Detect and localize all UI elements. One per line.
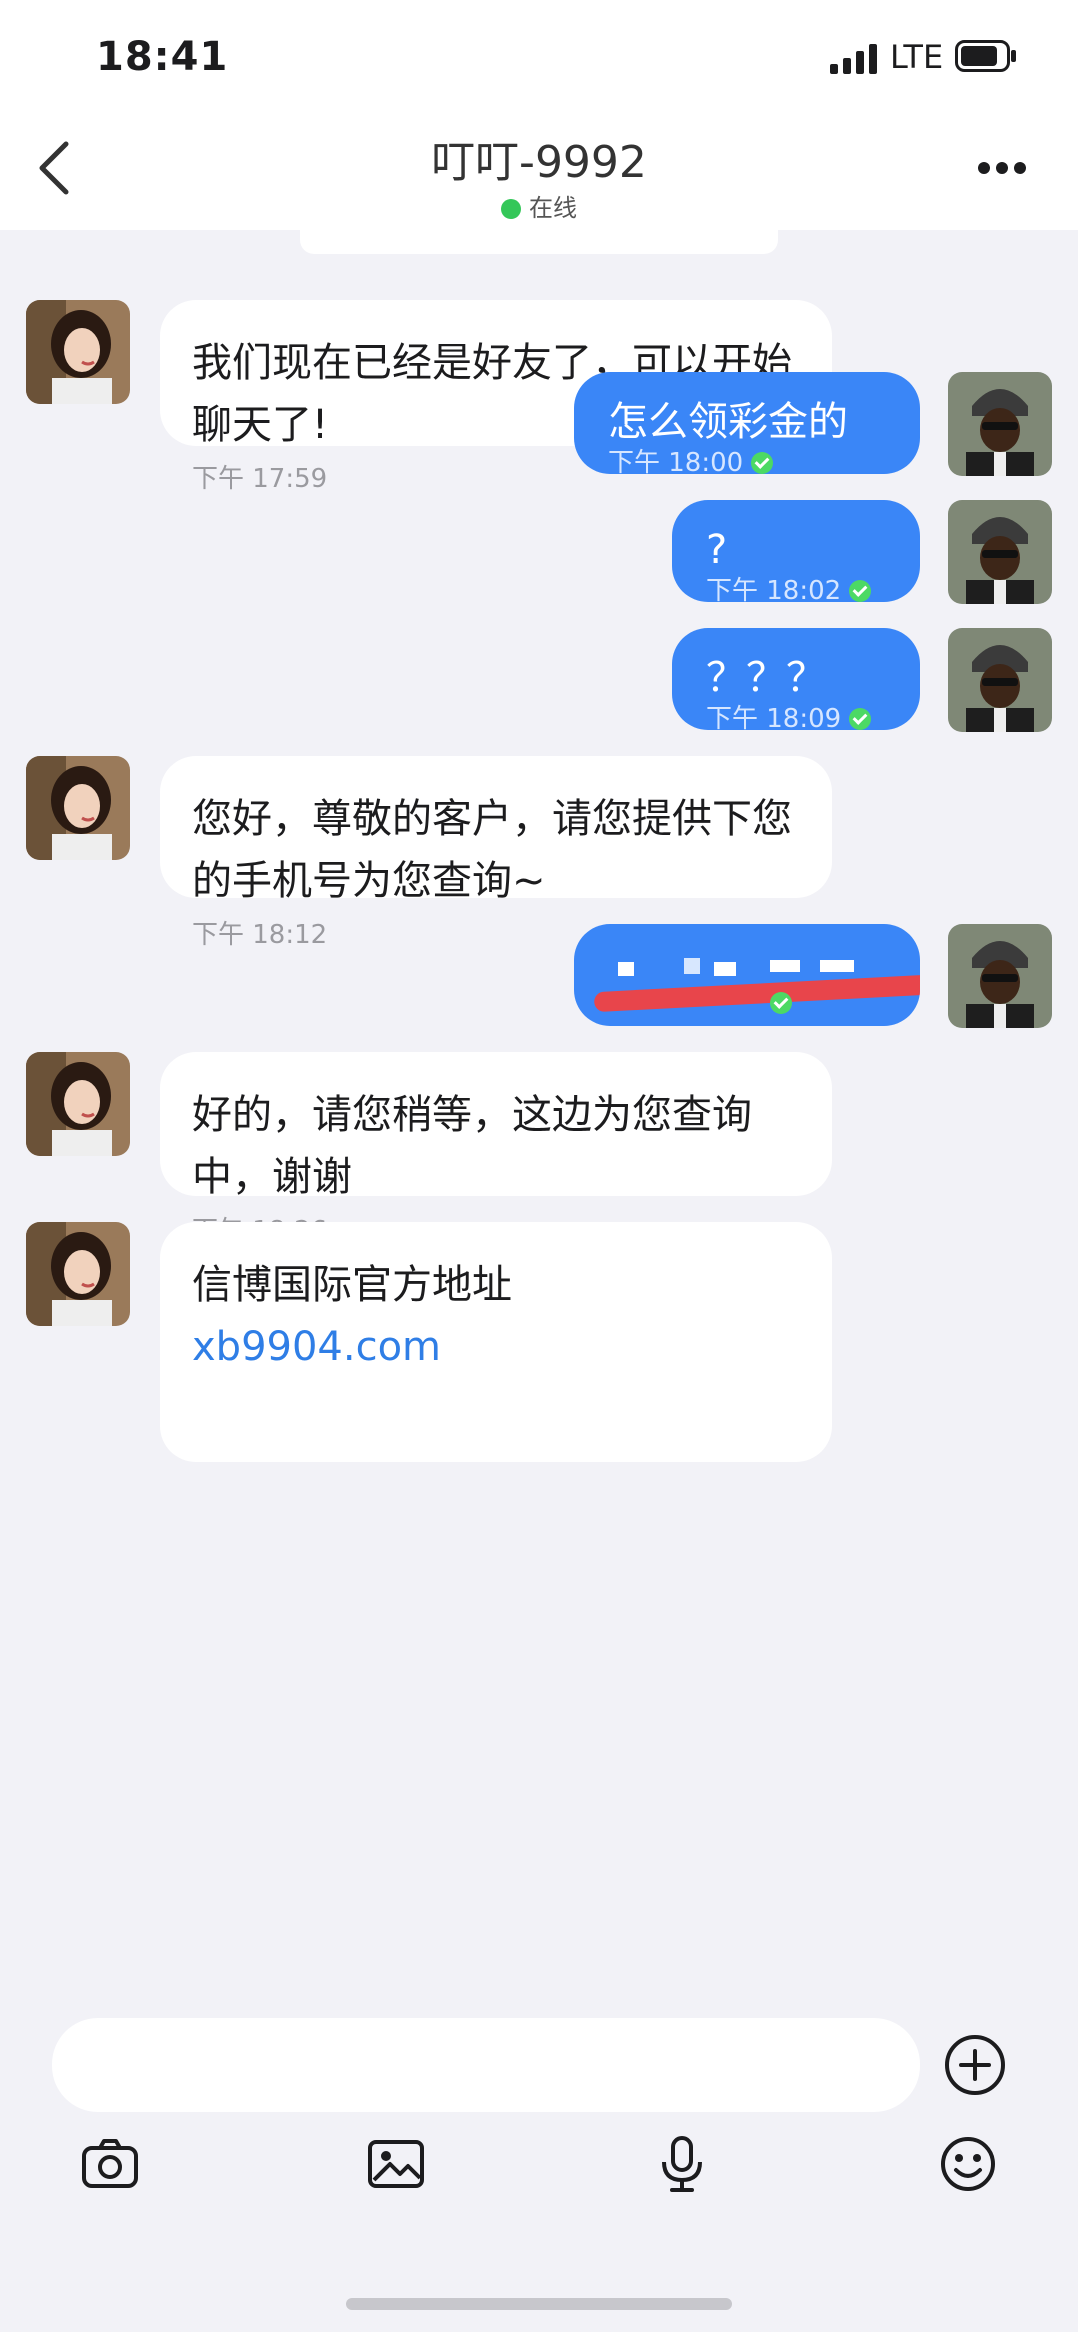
message-bubble-outgoing[interactable]: ？？？ 下午 18:09 [672,628,920,734]
delivered-check-icon [770,992,792,1014]
contact-avatar[interactable] [26,1052,130,1156]
contact-name: 叮叮-9992 [431,137,647,188]
online-dot-icon [501,199,521,219]
status-bar: 18:41 LTE [0,0,1078,110]
contact-avatar-image [26,300,130,404]
previous-message-card [300,230,778,254]
message-bubble-incoming[interactable]: 信博国际官方地址 xb9904.com [160,1222,832,1462]
more-options-icon[interactable] [976,160,1028,176]
contact-avatar[interactable] [26,756,130,860]
emoji-icon[interactable] [938,2134,998,2194]
my-avatar[interactable] [948,500,1052,604]
contact-avatar[interactable] [26,1222,130,1326]
delivered-check-icon [849,708,872,730]
message-text: 您好，尊敬的客户，请您提供下您的手机号为您查询~ [192,796,792,904]
battery-icon [955,40,1016,72]
redaction-mark [770,960,800,972]
message-bubble-incoming[interactable]: 您好，尊敬的客户，请您提供下您的手机号为您查询~ 下午 18:12 [160,756,832,950]
message-text: 好的，请您稍等，这边为您查询中，谢谢 [192,1092,752,1200]
message-time: 下午 18:09 [706,704,842,734]
delivered-check-icon [849,580,872,602]
message-bubble-outgoing[interactable]: 怎么领彩金的 下午 18:00 [574,372,920,478]
microphone-icon[interactable] [652,2134,712,2194]
my-avatar-image [948,500,1052,604]
delivered-check-icon [751,452,774,474]
redaction-mark [618,962,634,976]
composer [0,1998,1078,2332]
my-avatar-image [948,372,1052,476]
redaction-mark [820,960,854,972]
contact-avatar-image [26,1222,130,1326]
status-time: 18:41 [96,34,229,80]
my-avatar-image [948,924,1052,1028]
redaction-mark [714,962,736,976]
message-bubble-outgoing[interactable]: ? 下午 18:02 [672,500,920,606]
chat-header: 叮叮-9992 在线 [0,110,1078,230]
my-avatar[interactable] [948,924,1052,1028]
message-list[interactable]: 我们现在已经是好友了，可以开始聊天了! 下午 17:59 怎么领彩金的 下午 1… [0,230,1078,1998]
message-text: 信博国际官方地址 [192,1262,512,1308]
signal-icon [830,44,877,74]
plus-icon[interactable] [944,2034,1006,2096]
message-status: 下午 18:02 [706,570,890,607]
home-indicator [346,2298,732,2310]
message-time: 下午 18:02 [706,576,842,606]
contact-avatar-image [26,756,130,860]
message-bubble-incoming[interactable]: 好的，请您稍等，这边为您查询中，谢谢 下午 18:26 [160,1052,832,1246]
camera-icon[interactable] [80,2134,140,2194]
redaction-mark [684,958,700,974]
my-avatar-image [948,628,1052,732]
message-status: 下午 18:09 [706,698,890,735]
message-time: 下午 18:00 [608,448,744,478]
network-label: LTE [890,38,944,76]
message-link[interactable]: xb9904.com [192,1316,802,1378]
contact-avatar-image [26,1052,130,1156]
my-avatar[interactable] [948,372,1052,476]
message-bubble-redacted[interactable] [574,924,920,1026]
online-status: 在线 [0,188,1078,223]
redaction-scribble [593,971,920,1013]
online-status-label: 在线 [529,194,577,222]
my-avatar[interactable] [948,628,1052,732]
image-icon[interactable] [366,2134,426,2194]
message-input[interactable] [52,2018,920,2112]
contact-avatar[interactable] [26,300,130,404]
